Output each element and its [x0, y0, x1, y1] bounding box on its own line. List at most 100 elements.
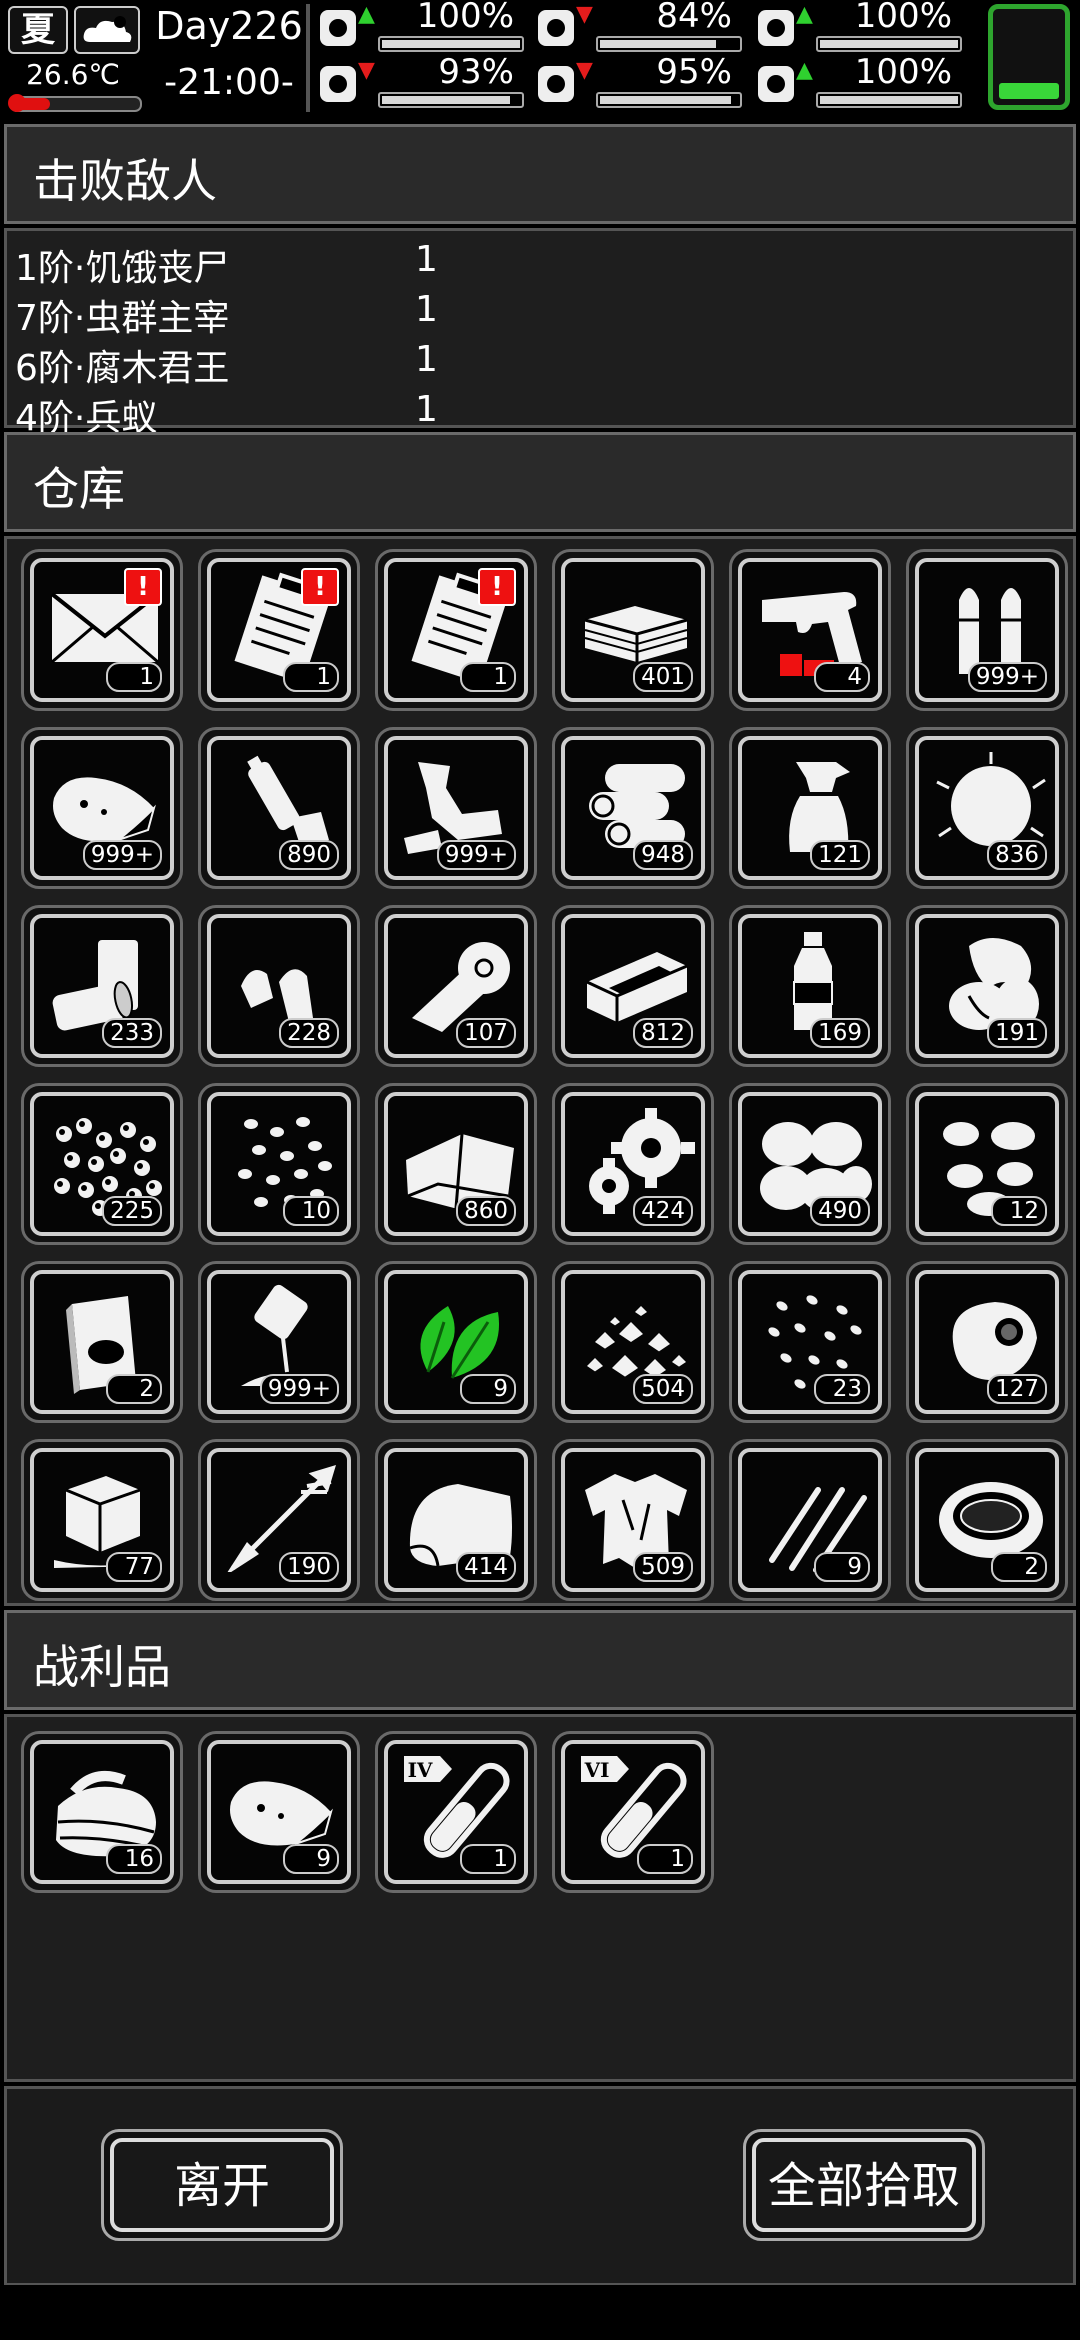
item-count: 9	[814, 1552, 870, 1582]
slot-frame: 424	[561, 1092, 705, 1236]
inventory-slot[interactable]: 812	[552, 905, 714, 1067]
slot-frame: ! 1	[30, 558, 174, 702]
inventory-slot[interactable]: 225	[21, 1083, 183, 1245]
inventory-slot[interactable]: IV 1	[375, 1731, 537, 1893]
inventory-slot[interactable]: 414	[375, 1439, 537, 1601]
inventory-slot[interactable]: 490	[729, 1083, 891, 1245]
slot-frame: 9	[738, 1448, 882, 1592]
inventory-slot[interactable]: 9	[729, 1439, 891, 1601]
inventory-slot[interactable]: 860	[375, 1083, 537, 1245]
inventory-slot[interactable]: ! 1	[21, 549, 183, 711]
slot-frame: 10	[207, 1092, 351, 1236]
item-count: 1	[106, 662, 162, 692]
stat-trend-down: ▼	[576, 58, 593, 83]
storage-grid[interactable]: ! 1! 1! 1 401 4 999+ 999+ 890 999+ 948 121 836 233 228…	[4, 536, 1076, 1606]
inventory-slot[interactable]: 999+	[375, 727, 537, 889]
season-indicator: 夏	[8, 6, 68, 54]
loot-title: 战利品	[33, 1640, 171, 1694]
inventory-slot[interactable]: 233	[21, 905, 183, 1067]
slot-frame: ! 1	[384, 558, 528, 702]
loot-grid[interactable]: 16 9 IV 1 VI 1	[4, 1714, 1076, 2082]
stat-health: ▲ 100%	[312, 0, 524, 54]
inventory-slot[interactable]: 12	[906, 1083, 1068, 1245]
inventory-slot[interactable]: 127	[906, 1261, 1068, 1423]
inventory-slot[interactable]: 9	[198, 1731, 360, 1893]
inventory-slot[interactable]: 999+	[21, 727, 183, 889]
inventory-slot[interactable]: ! 1	[375, 549, 537, 711]
inventory-slot[interactable]: 9	[375, 1261, 537, 1423]
item-count: 16	[106, 1844, 162, 1874]
inventory-slot[interactable]: 16	[21, 1731, 183, 1893]
item-count: 9	[283, 1844, 339, 1874]
item-count: 1	[460, 1844, 516, 1874]
alert-badge: !	[301, 568, 339, 606]
slot-frame: 504	[561, 1270, 705, 1414]
stat-hunger: ▼ 84%	[530, 0, 742, 54]
inventory-slot[interactable]: 4	[729, 549, 891, 711]
inventory-slot[interactable]: 948	[552, 727, 714, 889]
slot-frame: 77	[30, 1448, 174, 1592]
item-count: 836	[987, 840, 1047, 870]
slot-frame: 9	[384, 1270, 528, 1414]
inventory-slot[interactable]: 169	[729, 905, 891, 1067]
stat-bar	[816, 36, 962, 52]
item-count: 999+	[82, 840, 162, 870]
stat-bar	[378, 36, 524, 52]
stat-value: 100%	[854, 0, 952, 36]
slot-frame: 812	[561, 914, 705, 1058]
inventory-slot[interactable]: 504	[552, 1261, 714, 1423]
temperature-bar	[8, 94, 142, 112]
item-count: 999+	[967, 662, 1047, 692]
enemy-count: 1	[415, 389, 438, 430]
inventory-slot[interactable]: 999+	[906, 549, 1068, 711]
item-count: 12	[991, 1196, 1047, 1226]
divider	[306, 4, 310, 112]
enemy-count: 1	[415, 239, 438, 280]
slot-frame: 9	[207, 1740, 351, 1884]
temperature-value: 26.6℃	[26, 58, 120, 91]
take-all-button[interactable]: 全部拾取	[743, 2129, 985, 2241]
inventory-slot[interactable]: 424	[552, 1083, 714, 1245]
item-count: 228	[279, 1018, 339, 1048]
inventory-slot[interactable]: 191	[906, 905, 1068, 1067]
enemy-name: 7阶·虫群主宰	[15, 298, 230, 339]
inventory-slot[interactable]: 10	[198, 1083, 360, 1245]
medkit-icon	[318, 6, 358, 50]
inventory-slot[interactable]: 999+	[198, 1261, 360, 1423]
inventory-slot[interactable]: 509	[552, 1439, 714, 1601]
item-count: 1	[637, 1844, 693, 1874]
inventory-slot[interactable]: 121	[729, 727, 891, 889]
inventory-slot[interactable]: 401	[552, 549, 714, 711]
slot-frame: 836	[915, 736, 1059, 880]
item-count: 2	[106, 1374, 162, 1404]
inventory-slot[interactable]: VI 1	[552, 1731, 714, 1893]
slot-frame: 414	[384, 1448, 528, 1592]
stat-stamina: ▼ 93%	[312, 52, 524, 110]
storage-title: 仓库	[33, 462, 125, 516]
inventory-slot[interactable]: 23	[729, 1261, 891, 1423]
inventory-slot[interactable]: 77	[21, 1439, 183, 1601]
leave-button-label: 离开	[110, 2138, 334, 2232]
enemy-count: 1	[415, 289, 438, 330]
inventory-slot[interactable]: 190	[198, 1439, 360, 1601]
slot-frame: 16	[30, 1740, 174, 1884]
inventory-slot[interactable]: ! 1	[198, 549, 360, 711]
item-count: 509	[633, 1552, 693, 1582]
item-count: 23	[814, 1374, 870, 1404]
inventory-slot[interactable]: 890	[198, 727, 360, 889]
stat-bar	[816, 92, 962, 108]
inventory-slot[interactable]: 228	[198, 905, 360, 1067]
item-count: 233	[102, 1018, 162, 1048]
stat-trend-up: ▲	[358, 2, 375, 27]
leg-icon	[318, 62, 358, 106]
slot-frame: 509	[561, 1448, 705, 1592]
inventory-slot[interactable]: 107	[375, 905, 537, 1067]
item-count: 121	[810, 840, 870, 870]
inventory-slot[interactable]: 2	[906, 1439, 1068, 1601]
item-count: 490	[810, 1196, 870, 1226]
inventory-slot[interactable]: 2	[21, 1261, 183, 1423]
status-bar: 夏 26.6℃ Day226 -21:00- ▲ 100% ▼ 84% ▲ 100% ▼ 93…	[0, 0, 1080, 120]
leave-button[interactable]: 离开	[101, 2129, 343, 2241]
storage-header: 仓库	[4, 432, 1076, 532]
inventory-slot[interactable]: 836	[906, 727, 1068, 889]
